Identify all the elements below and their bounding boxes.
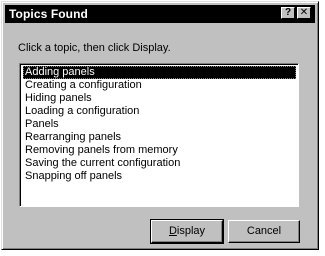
- topic-item[interactable]: Snapping off panels: [23, 170, 296, 183]
- display-button[interactable]: Display: [150, 219, 224, 244]
- title-bar[interactable]: Topics Found ? ✕: [5, 5, 315, 23]
- close-icon: ✕: [299, 7, 309, 18]
- help-button[interactable]: ?: [281, 7, 295, 19]
- question-mark-icon: ?: [284, 7, 292, 18]
- topic-item[interactable]: Removing panels from memory: [23, 144, 296, 157]
- cancel-button[interactable]: Cancel: [228, 220, 300, 243]
- topic-item[interactable]: Loading a configuration: [23, 105, 296, 118]
- display-mnemonic: D: [168, 225, 177, 237]
- topic-item[interactable]: Adding panels: [23, 66, 296, 79]
- topics-found-dialog: Topics Found ? ✕ Click a topic, then cli…: [1, 1, 319, 250]
- topic-item[interactable]: Hiding panels: [23, 92, 296, 105]
- window-title: Topics Found: [9, 7, 88, 21]
- topic-item[interactable]: Panels: [23, 118, 296, 131]
- topic-item[interactable]: Saving the current configuration: [23, 157, 296, 170]
- close-button[interactable]: ✕: [297, 7, 311, 19]
- instruction-text: Click a topic, then click Display.: [18, 42, 171, 54]
- display-label-rest: isplay: [176, 225, 206, 237]
- topic-item[interactable]: Creating a configuration: [23, 79, 296, 92]
- topic-item[interactable]: Rearranging panels: [23, 131, 296, 144]
- topics-listbox[interactable]: Adding panels Creating a configuration H…: [19, 63, 299, 207]
